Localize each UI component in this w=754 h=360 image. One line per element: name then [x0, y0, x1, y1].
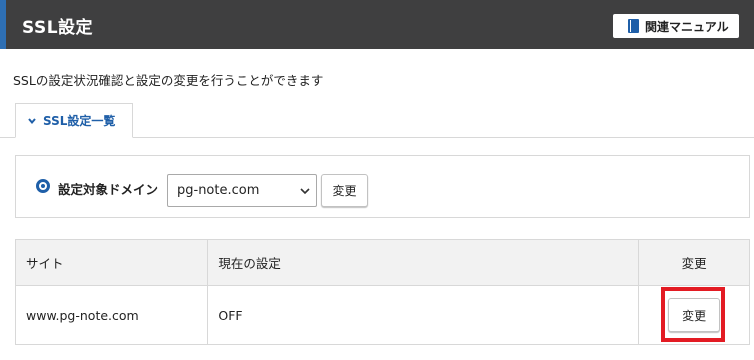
page-title: SSL設定: [22, 18, 94, 38]
tab-ssl-list-label: SSL設定一覧: [43, 114, 116, 128]
domain-select-value: pg-note.com: [177, 183, 260, 198]
page-header: SSL設定 関連マニュアル: [0, 0, 754, 49]
table-header-row: サイト 現在の設定 変更: [14, 239, 750, 286]
domain-radio[interactable]: [36, 179, 50, 193]
column-header-change: 変更: [638, 239, 750, 286]
domain-selector-panel: 設定対象ドメイン pg-note.com 変更: [15, 155, 750, 218]
current-setting-cell: OFF: [207, 285, 640, 345]
related-manual-label: 関連マニュアル: [645, 19, 729, 34]
domain-label: 設定対象ドメイン: [58, 182, 159, 197]
row-change-button[interactable]: 変更: [668, 298, 721, 332]
chevron-down-icon: [300, 188, 310, 195]
column-header-current: 現在の設定: [207, 239, 640, 286]
page-description: SSLの設定状況確認と設定の変更を行うことができます: [13, 73, 324, 88]
change-cell: 変更: [638, 285, 750, 345]
tab-ssl-list[interactable]: SSL設定一覧: [15, 103, 133, 138]
related-manual-button[interactable]: 関連マニュアル: [613, 14, 739, 38]
domain-change-button[interactable]: 変更: [321, 174, 368, 207]
book-icon: [628, 19, 639, 33]
table-row: www.pg-note.com OFF 変更: [14, 285, 750, 345]
domain-select[interactable]: pg-note.com: [167, 174, 317, 207]
chevron-down-icon: [28, 117, 36, 124]
column-header-site: サイト: [14, 239, 209, 286]
ssl-table: サイト 現在の設定 変更 www.pg-note.com OFF 変更: [14, 239, 750, 345]
site-cell: www.pg-note.com: [14, 285, 209, 345]
